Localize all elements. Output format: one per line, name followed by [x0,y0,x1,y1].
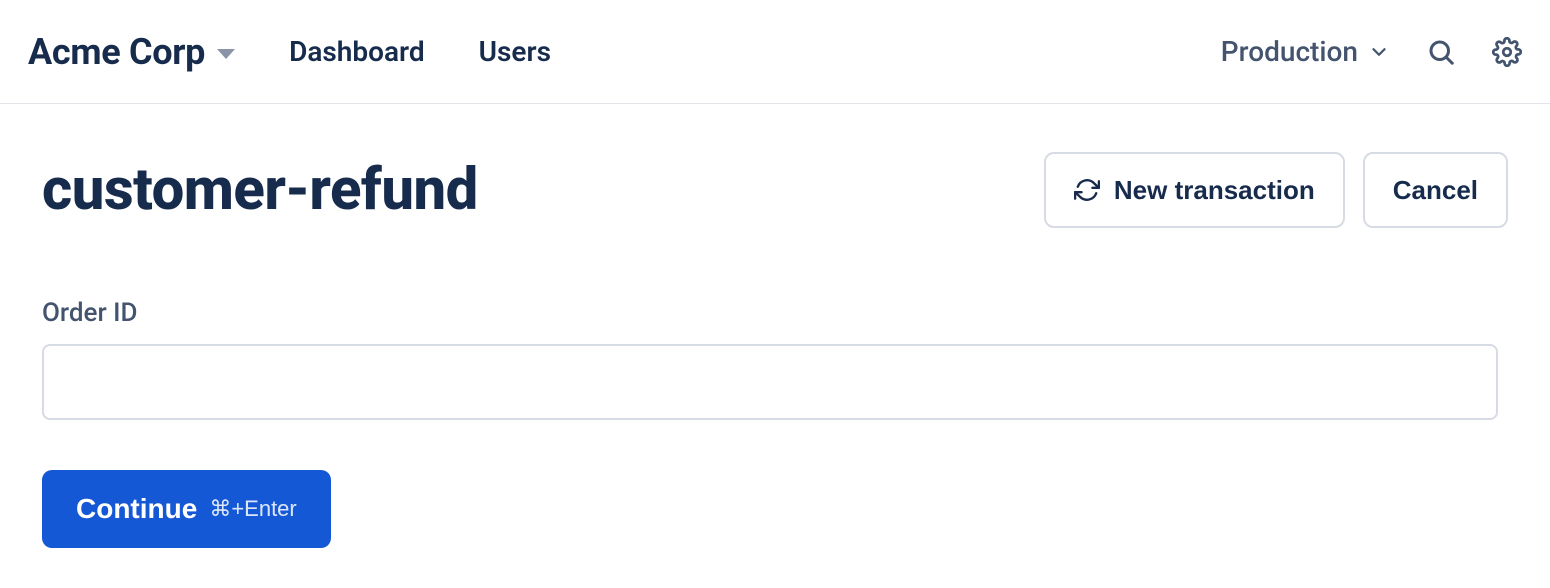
top-nav: Acme Corp Dashboard Users Production [0,0,1550,104]
environment-switcher[interactable]: Production [1221,35,1390,68]
new-transaction-button[interactable]: New transaction [1044,152,1345,228]
page-title: customer-refund [42,156,478,224]
environment-label: Production [1221,35,1358,68]
continue-button[interactable]: Continue ⌘+Enter [42,470,331,548]
refresh-icon [1074,177,1100,203]
nav-link-dashboard[interactable]: Dashboard [289,35,425,68]
cancel-button[interactable]: Cancel [1363,152,1508,228]
settings-gear-icon[interactable] [1492,37,1522,67]
order-id-input[interactable] [42,344,1498,420]
caret-down-icon [217,49,235,59]
header-actions: New transaction Cancel [1044,152,1508,228]
order-id-label: Order ID [42,298,1508,328]
order-id-field: Order ID [42,298,1508,420]
org-name: Acme Corp [28,31,205,73]
keyboard-shortcut-hint: ⌘+Enter [209,496,296,522]
search-icon[interactable] [1426,37,1456,67]
page-header: customer-refund New transaction Cancel [42,152,1508,228]
new-transaction-label: New transaction [1114,175,1315,206]
form-actions: Continue ⌘+Enter [42,470,1508,548]
nav-link-users[interactable]: Users [479,35,551,68]
top-nav-right: Production [1221,35,1522,68]
cancel-label: Cancel [1393,175,1478,206]
org-switcher[interactable]: Acme Corp [28,31,235,73]
top-nav-left: Acme Corp Dashboard Users [28,31,551,73]
chevron-down-icon [1368,41,1390,63]
continue-label: Continue [76,493,197,525]
main-content: customer-refund New transaction Cancel O… [0,104,1550,588]
